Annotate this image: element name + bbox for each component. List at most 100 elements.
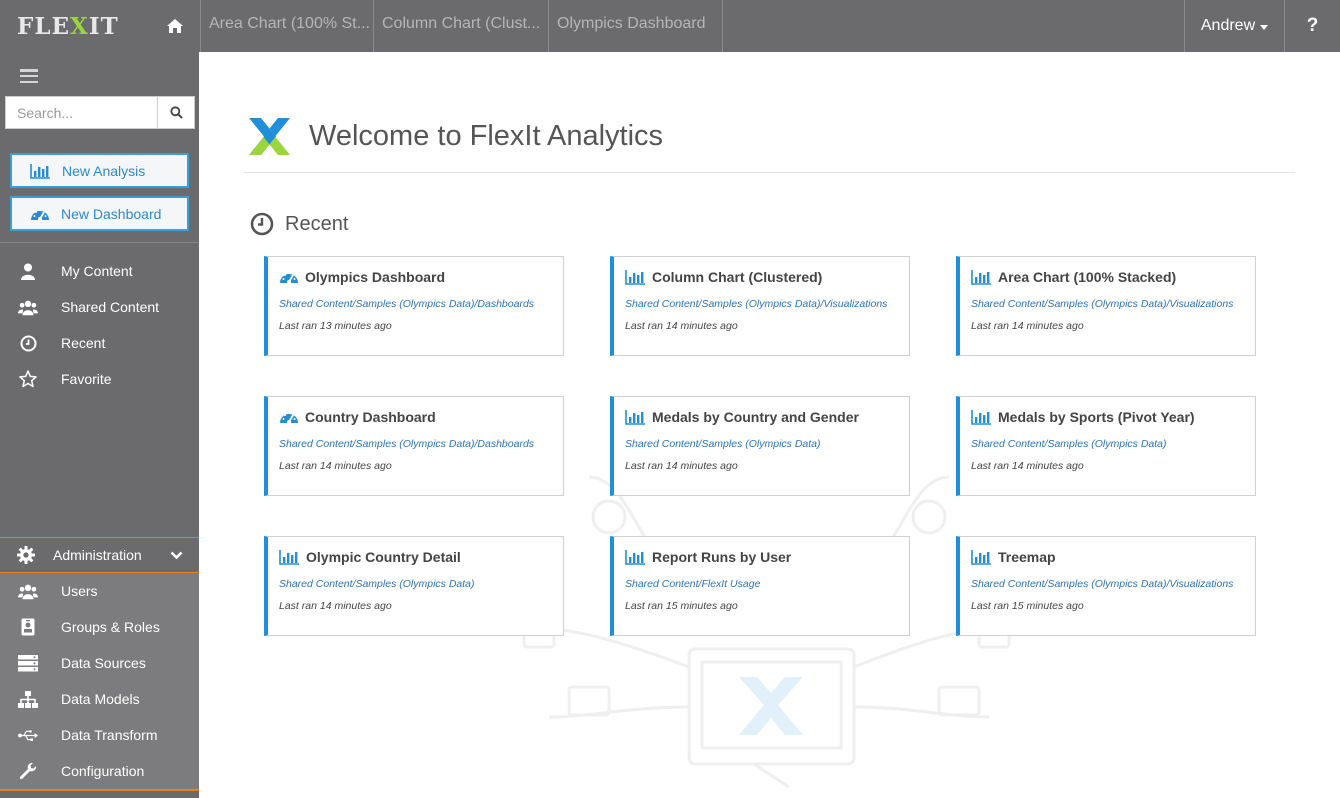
sidebar-item-groups-roles[interactable]: Groups & Roles — [0, 609, 199, 645]
search-button[interactable] — [157, 96, 195, 129]
user-name: Andrew — [1200, 17, 1256, 34]
bar-chart-icon — [625, 270, 645, 285]
tab-area-chart[interactable]: Area Chart (100% St... — [200, 0, 373, 52]
search-input[interactable] — [5, 96, 157, 129]
sidebar-item-label: Users — [61, 583, 98, 599]
main-content: Welcome to FlexIt Analytics Recent Olymp… — [199, 52, 1340, 798]
card-path-link[interactable]: Shared Content/Samples (Olympics Data)/D… — [279, 298, 563, 310]
card-title[interactable]: Medals by Sports (Pivot Year) — [998, 409, 1195, 425]
dashboard-icon — [280, 272, 298, 284]
sidebar-item-data-sources[interactable]: Data Sources — [0, 645, 199, 681]
card-title-row: Treemap — [971, 549, 1255, 565]
card-title[interactable]: Column Chart (Clustered) — [652, 269, 822, 285]
card-title[interactable]: Report Runs by User — [652, 549, 791, 565]
card-title[interactable]: Area Chart (100% Stacked) — [998, 269, 1176, 285]
card-path-link[interactable]: Shared Content/Samples (Olympics Data) — [279, 578, 563, 590]
tab-olympics-dashboard[interactable]: Olympics Dashboard — [548, 0, 723, 52]
sidebar-item-label: Data Sources — [61, 655, 146, 671]
sidebar-item-label: Shared Content — [61, 299, 160, 315]
bar-chart-icon — [971, 550, 991, 565]
id-badge-icon — [21, 618, 35, 636]
help-button[interactable]: ? — [1284, 0, 1340, 52]
server-icon — [18, 654, 38, 671]
bar-chart-icon — [625, 410, 645, 425]
sidebar: New Analysis New Dashboard My Content Sh… — [0, 52, 199, 798]
sidebar-item-label: Favorite — [61, 371, 112, 387]
card-path-link[interactable]: Shared Content/FlexIt Usage — [625, 578, 909, 590]
search-box — [5, 96, 195, 129]
recent-card[interactable]: Olympic Country Detail Shared Content/Sam… — [264, 536, 564, 636]
card-title-row: Medals by Sports (Pivot Year) — [971, 409, 1255, 425]
recent-card[interactable]: Olympics Dashboard Shared Content/Samples… — [264, 256, 564, 356]
card-title-row: Medals by Country and Gender — [625, 409, 909, 425]
administration-submenu: Users Groups & Roles Data Sources Data M… — [0, 573, 199, 789]
card-title[interactable]: Treemap — [998, 549, 1056, 565]
recent-card[interactable]: Medals by Country and Gender Shared Conte… — [610, 396, 910, 496]
card-last-ran: Last ran 14 minutes ago — [971, 320, 1084, 332]
recent-card[interactable]: Country Dashboard Shared Content/Samples … — [264, 396, 564, 496]
card-title[interactable]: Olympic Country Detail — [306, 549, 461, 565]
recent-section-header: Recent — [250, 212, 348, 236]
flexit-logo[interactable]: FLE X IT — [0, 0, 150, 52]
sidebar-item-label: My Content — [61, 263, 133, 279]
chevron-down-icon — [170, 551, 183, 559]
card-path-link[interactable]: Shared Content/Samples (Olympics Data)/V… — [971, 298, 1255, 310]
card-path-link[interactable]: Shared Content/Samples (Olympics Data) — [625, 438, 909, 450]
tab-column-chart[interactable]: Column Chart (Clust... — [373, 0, 548, 52]
administration-label: Administration — [53, 547, 142, 563]
sidebar-item-label: Data Models — [61, 691, 140, 707]
card-title-row: Area Chart (100% Stacked) — [971, 269, 1255, 285]
card-last-ran: Last ran 14 minutes ago — [279, 460, 392, 472]
card-title[interactable]: Country Dashboard — [305, 409, 436, 425]
sidebar-item-data-models[interactable]: Data Models — [0, 681, 199, 717]
caret-down-icon — [1260, 24, 1269, 30]
card-path-link[interactable]: Shared Content/Samples (Olympics Data)/V… — [971, 578, 1255, 590]
sidebar-item-recent[interactable]: Recent — [0, 325, 199, 361]
recent-card[interactable]: Column Chart (Clustered) Shared Content/S… — [610, 256, 910, 356]
card-path-link[interactable]: Shared Content/Samples (Olympics Data)/V… — [625, 298, 909, 310]
sidebar-item-label: Recent — [61, 335, 106, 351]
recent-card[interactable]: Report Runs by User Shared Content/FlexIt… — [610, 536, 910, 636]
bar-chart-icon — [279, 550, 299, 565]
usb-icon — [18, 729, 38, 741]
new-dashboard-button[interactable]: New Dashboard — [10, 196, 189, 231]
recent-card[interactable]: Medals by Sports (Pivot Year) Shared Cont… — [956, 396, 1256, 496]
logo-text-x: X — [70, 12, 89, 40]
home-button[interactable] — [150, 0, 200, 52]
sidebar-divider — [0, 242, 199, 243]
administration-toggle[interactable]: Administration — [0, 537, 199, 573]
sidebar-bottom-accent — [0, 789, 199, 791]
bar-chart-icon — [971, 270, 991, 285]
hamburger-menu-icon[interactable] — [20, 69, 38, 83]
sidebar-item-data-transform[interactable]: Data Transform — [0, 717, 199, 753]
new-analysis-button[interactable]: New Analysis — [10, 153, 189, 188]
card-title-row: Report Runs by User — [625, 549, 909, 565]
new-analysis-label: New Analysis — [62, 162, 146, 179]
card-title[interactable]: Medals by Country and Gender — [652, 409, 859, 425]
sidebar-item-my-content[interactable]: My Content — [0, 253, 199, 289]
card-title[interactable]: Olympics Dashboard — [305, 269, 445, 285]
sidebar-item-shared-content[interactable]: Shared Content — [0, 289, 199, 325]
sidebar-item-users[interactable]: Users — [0, 573, 199, 609]
search-icon — [169, 106, 183, 119]
home-icon — [167, 19, 183, 33]
dashboard-icon — [31, 208, 49, 221]
top-navbar: FLE X IT Area Chart (100% St... Column Cha… — [0, 0, 1340, 52]
bar-chart-icon — [30, 163, 50, 179]
star-icon — [19, 370, 37, 388]
card-last-ran: Last ran 15 minutes ago — [971, 600, 1084, 612]
clock-icon — [250, 212, 274, 236]
card-last-ran: Last ran 15 minutes ago — [625, 600, 738, 612]
card-last-ran: Last ran 13 minutes ago — [279, 320, 392, 332]
card-last-ran: Last ran 14 minutes ago — [279, 600, 392, 612]
user-menu-button[interactable]: Andrew — [1184, 0, 1284, 52]
recent-card[interactable]: Treemap Shared Content/Samples (Olympics … — [956, 536, 1256, 636]
card-path-link[interactable]: Shared Content/Samples (Olympics Data) — [971, 438, 1255, 450]
card-last-ran: Last ran 14 minutes ago — [625, 460, 738, 472]
card-path-link[interactable]: Shared Content/Samples (Olympics Data)/D… — [279, 438, 563, 450]
sidebar-item-favorite[interactable]: Favorite — [0, 361, 199, 397]
sidebar-item-configuration[interactable]: Configuration — [0, 753, 199, 789]
recent-card[interactable]: Area Chart (100% Stacked) Shared Content/… — [956, 256, 1256, 356]
dashboard-icon — [280, 412, 298, 424]
